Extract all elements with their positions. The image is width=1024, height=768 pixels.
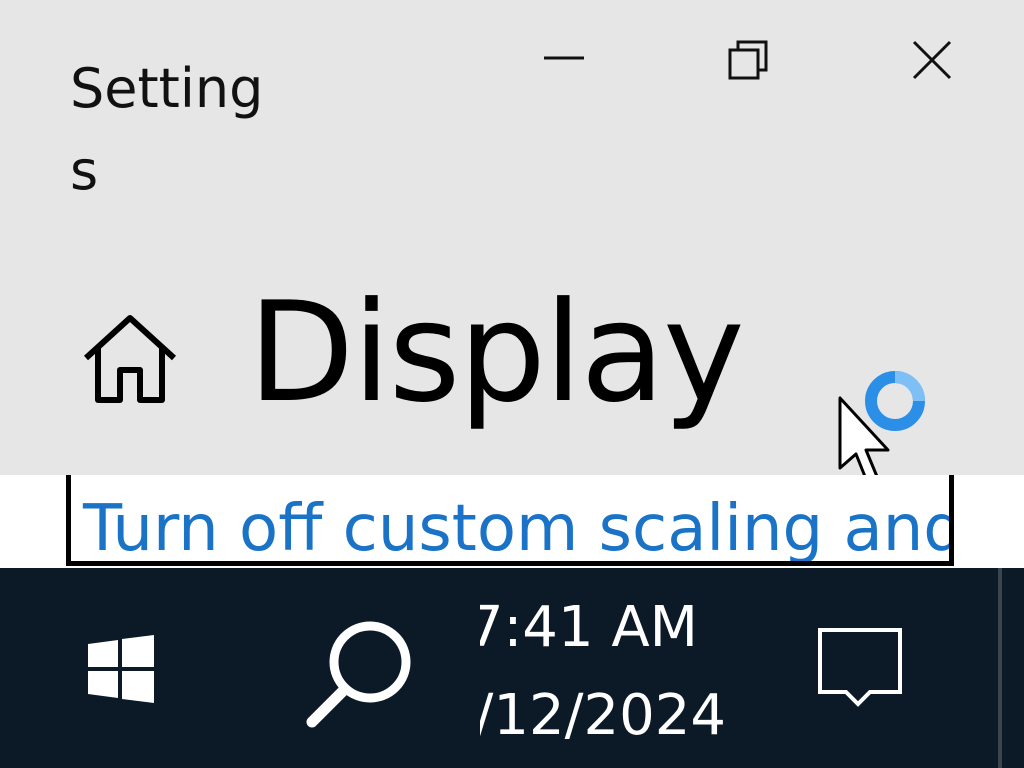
content-area: Turn off custom scaling and xyxy=(0,475,1024,568)
close-button[interactable] xyxy=(892,24,972,96)
clock-time: 7:41 AM xyxy=(480,595,698,660)
taskbar: 7:41 AM 8/12/2024 xyxy=(0,568,1024,768)
taskbar-divider xyxy=(998,568,1002,768)
clock-date: 8/12/2024 xyxy=(480,683,726,748)
windows-logo-icon xyxy=(88,635,154,703)
restore-icon xyxy=(728,40,768,80)
page-header: Display xyxy=(0,230,1024,486)
app-title: Settings xyxy=(70,57,264,202)
taskbar-clock[interactable]: 7:41 AM 8/12/2024 xyxy=(480,594,740,754)
page-title: Display xyxy=(248,272,745,433)
turn-off-custom-scaling-link[interactable]: Turn off custom scaling and xyxy=(83,491,949,561)
action-center-button[interactable] xyxy=(816,626,906,708)
restore-button[interactable] xyxy=(708,24,788,96)
search-button[interactable] xyxy=(300,610,420,750)
title-bar: Settings xyxy=(0,0,1024,230)
home-icon xyxy=(83,315,177,403)
minimize-icon xyxy=(544,56,584,60)
scaling-link-focus-box[interactable]: Turn off custom scaling and xyxy=(66,475,954,566)
minimize-button[interactable] xyxy=(524,24,604,96)
action-center-icon xyxy=(818,628,902,707)
close-icon xyxy=(912,40,952,80)
search-icon xyxy=(306,621,411,728)
home-button[interactable] xyxy=(80,310,180,410)
start-button[interactable] xyxy=(86,634,156,704)
